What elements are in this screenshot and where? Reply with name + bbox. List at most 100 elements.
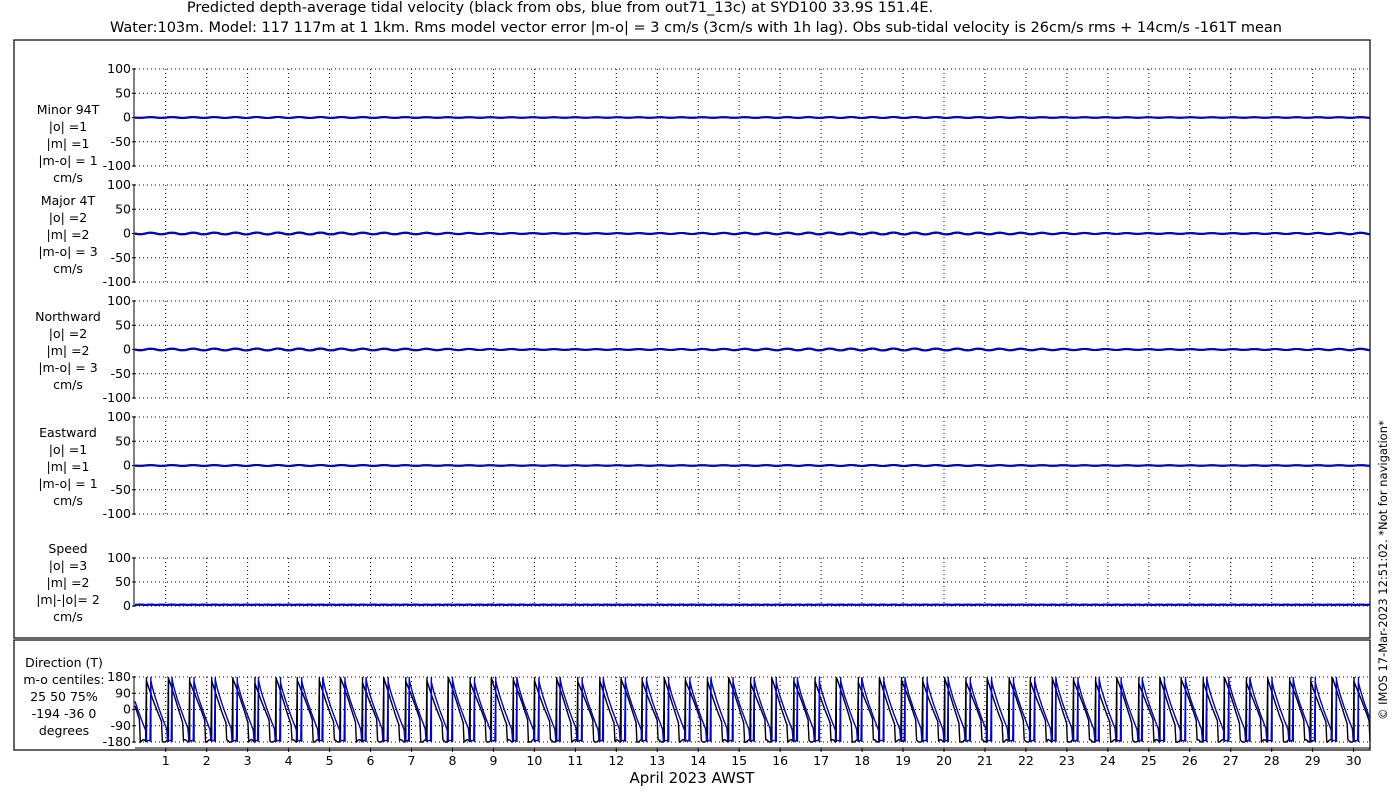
x-tick-label: 23 bbox=[1059, 753, 1075, 768]
x-tick-label: 2 bbox=[203, 753, 211, 768]
panel-direction-label-line: -194 -36 0 bbox=[32, 706, 97, 721]
panel-speed-label-line: |m| =2 bbox=[47, 575, 90, 590]
panel-minor-label-line: Minor 94T bbox=[37, 102, 100, 117]
panel-major-label-line: |m| =2 bbox=[47, 227, 90, 242]
x-tick-label: 4 bbox=[285, 753, 293, 768]
panel-northward: Northward |o| =2 |m| =2 |m-o| = 3 cm/s 100 50 0… bbox=[35, 293, 1371, 405]
panel-northward-label-line: |m-o| = 3 bbox=[38, 360, 97, 375]
figure-title-line1: Predicted depth-average tidal velocity (… bbox=[187, 0, 933, 16]
x-tick-label: 15 bbox=[731, 753, 747, 768]
y-tick-label: -50 bbox=[111, 366, 131, 381]
y-tick-label: -100 bbox=[103, 158, 131, 173]
x-tick-label: 16 bbox=[772, 753, 788, 768]
x-tick-label: 25 bbox=[1141, 753, 1157, 768]
y-tick-label: 100 bbox=[107, 61, 131, 76]
x-tick-label: 29 bbox=[1305, 753, 1321, 768]
x-tick-label: 21 bbox=[977, 753, 993, 768]
y-tick-label: 50 bbox=[115, 317, 131, 332]
panel-speed-label-line: Speed bbox=[48, 541, 87, 556]
x-tick-label: 17 bbox=[813, 753, 829, 768]
y-tick-label: 0 bbox=[123, 598, 131, 613]
series-model-minor bbox=[134, 115, 1371, 119]
x-tick-label: 14 bbox=[690, 753, 706, 768]
panel-major-label-line: cm/s bbox=[53, 261, 83, 276]
series-model-eastward bbox=[134, 463, 1371, 467]
series-obs-direction bbox=[134, 676, 148, 744]
y-tick-label: -50 bbox=[111, 134, 131, 149]
x-tick-label: 18 bbox=[854, 753, 870, 768]
y-tick-label: 100 bbox=[107, 550, 131, 565]
y-tick-label: 100 bbox=[107, 293, 131, 308]
upper-frame bbox=[13, 39, 1371, 639]
tidal-velocity-figure: Predicted depth-average tidal velocity (… bbox=[13, 0, 1390, 787]
x-tick-label: 24 bbox=[1100, 753, 1116, 768]
panel-northward-label-line: |m| =2 bbox=[47, 343, 90, 358]
panels-group: Minor 94T|o| =1|m| =1|m-o| = 1cm/s100500… bbox=[23, 61, 1371, 768]
panel-minor-label-line: cm/s bbox=[53, 170, 83, 185]
x-axis-label: April 2023 AWST bbox=[630, 769, 756, 787]
y-tick-label: 0 bbox=[123, 226, 131, 241]
x-tick-label: 12 bbox=[608, 753, 624, 768]
panel-speed-label-line: |o| =3 bbox=[49, 558, 87, 573]
panel-direction-label-line: m-o centiles: bbox=[23, 672, 104, 687]
panel-northward-label-line: Northward bbox=[35, 309, 101, 324]
x-tick-label: 7 bbox=[408, 753, 416, 768]
x-tick-label: 19 bbox=[895, 753, 911, 768]
panel-minor-label-line: |o| =1 bbox=[49, 119, 87, 134]
panel-minor: Minor 94T |o| =1 |m| =1 |m-o| = 1 cm/s 100 50 0… bbox=[37, 61, 1371, 185]
x-tick-label: 1 bbox=[162, 753, 170, 768]
y-tick-label: 50 bbox=[115, 201, 131, 216]
y-tick-label: 0 bbox=[123, 342, 131, 357]
panel-speed: Speed |o| =3 |m| =2 |m|-|o|= 2 cm/s 100 50 0 bbox=[36, 541, 1371, 624]
panel-major-label-line: |o| =2 bbox=[49, 210, 87, 225]
panel-speed-label-line: cm/s bbox=[53, 609, 83, 624]
x-tick-label: 11 bbox=[567, 753, 583, 768]
y-tick-label: -50 bbox=[111, 250, 131, 265]
y-tick-label: 50 bbox=[115, 574, 131, 589]
panel-direction-label-line: Direction (T) bbox=[25, 655, 103, 670]
panel-northward-label-line: |o| =2 bbox=[49, 326, 87, 341]
panel-direction: Direction (T) m-o centiles: 25 50 75% -194 … bbox=[23, 655, 1371, 749]
credit-note: © IMOS 17-Mar-2023 12:51:02. *Not for na… bbox=[1376, 420, 1390, 720]
y-tick-label: 0 bbox=[123, 458, 131, 473]
y-tick-label: 180 bbox=[107, 669, 131, 684]
x-tick-label: 13 bbox=[649, 753, 665, 768]
y-tick-label: -100 bbox=[103, 506, 131, 521]
panel-speed-label-line: |m|-|o|= 2 bbox=[36, 592, 100, 607]
y-tick-label: 0 bbox=[123, 110, 131, 125]
y-tick-label: 100 bbox=[107, 177, 131, 192]
panel-major-label-line: |m-o| = 3 bbox=[38, 244, 97, 259]
panel-major: Major 4T |o| =2 |m| =2 |m-o| = 3 cm/s 100 50 0 -… bbox=[38, 177, 1371, 289]
y-tick-label: -50 bbox=[111, 482, 131, 497]
panel-minor-label-line: |m| =1 bbox=[47, 136, 90, 151]
panel-eastward-label-line: |o| =1 bbox=[49, 442, 87, 457]
y-tick-label: 0 bbox=[123, 702, 131, 717]
y-tick-label: 100 bbox=[107, 409, 131, 424]
panel-eastward-label-line: cm/s bbox=[53, 493, 83, 508]
y-tick-label: -180 bbox=[103, 734, 131, 749]
panel-direction-label-line: 25 50 75% bbox=[30, 689, 98, 704]
x-tick-label: 10 bbox=[526, 753, 542, 768]
x-tick-label: 6 bbox=[367, 753, 375, 768]
panel-eastward-label-line: Eastward bbox=[39, 425, 97, 440]
panel-eastward-label-line: |m| =1 bbox=[47, 459, 90, 474]
x-tick-label: 9 bbox=[489, 753, 497, 768]
panel-minor-label-line: |m-o| = 1 bbox=[38, 153, 97, 168]
panel-eastward: Eastward |o| =1 |m| =1 |m-o| = 1 cm/s 100 50 0 -… bbox=[38, 409, 1371, 521]
y-tick-label: 50 bbox=[115, 433, 131, 448]
panel-direction-label-line: degrees bbox=[39, 723, 89, 738]
y-tick-label: -100 bbox=[103, 390, 131, 405]
series-model-direction bbox=[1357, 682, 1371, 742]
x-tick-label: 22 bbox=[1018, 753, 1034, 768]
y-tick-label: -100 bbox=[103, 274, 131, 289]
panel-major-label-line: Major 4T bbox=[41, 193, 96, 208]
x-tick-label: 28 bbox=[1264, 753, 1280, 768]
x-tick-label: 8 bbox=[448, 753, 456, 768]
figure-title-line2: Water:103m. Model: 117 117m at 1 1km. Rm… bbox=[110, 20, 1282, 36]
x-tick-label: 5 bbox=[326, 753, 334, 768]
panel-eastward-label-line: |m-o| = 1 bbox=[38, 476, 97, 491]
panel-northward-label-line: cm/s bbox=[53, 377, 83, 392]
y-tick-label: -90 bbox=[111, 718, 131, 733]
x-tick-label: 26 bbox=[1182, 753, 1198, 768]
y-tick-label: 90 bbox=[115, 685, 131, 700]
